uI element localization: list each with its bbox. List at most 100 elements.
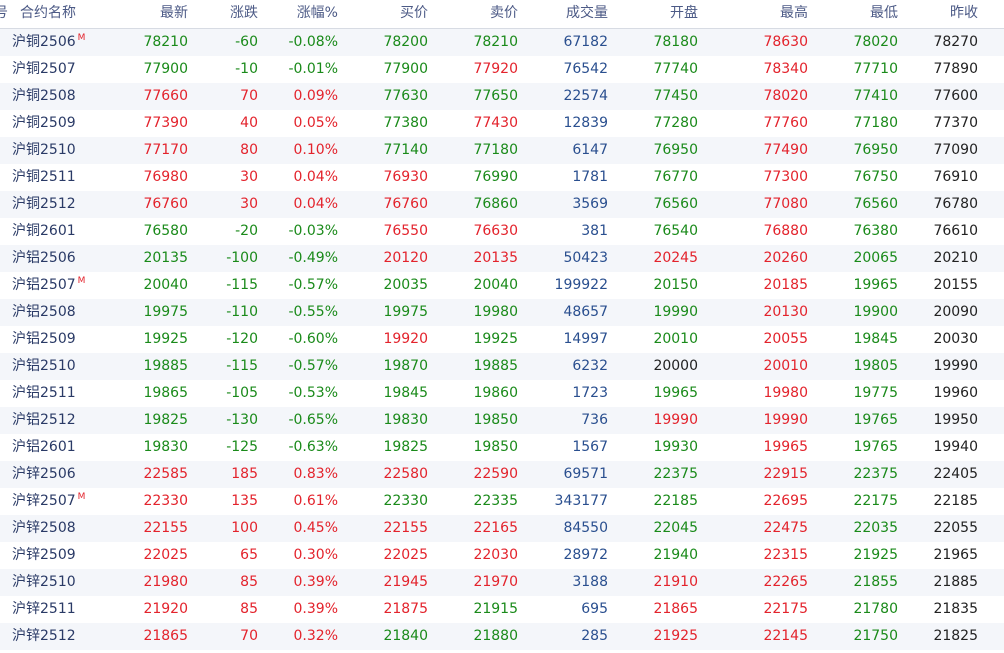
contract-name-cell: 沪铜2601 xyxy=(12,218,108,245)
open-price-cell: 78180 xyxy=(653,34,698,50)
main-contract-badge: M xyxy=(77,276,86,286)
high-price-cell: 78630 xyxy=(763,34,808,50)
contract-name-cell: 沪铝2509 xyxy=(12,326,108,353)
prev-close-cell: 77890 xyxy=(933,61,978,77)
change-cell: 135 xyxy=(231,493,258,509)
table-row[interactable]: 沪铝2509 19925 -120 -0.60% 19920 19925 14997 2001… xyxy=(0,326,1004,353)
volume-cell: 285 xyxy=(581,628,608,644)
volume-cell: 48657 xyxy=(563,304,608,320)
high-price-cell: 20055 xyxy=(763,331,808,347)
col-header-low[interactable]: 最低 xyxy=(820,0,898,28)
col-header-bid[interactable]: 买价 xyxy=(350,0,428,28)
col-header-index[interactable]: 号 xyxy=(0,0,8,28)
table-row[interactable]: 沪锌2507 M 22330 135 0.61% 22330 22335 343177 2218… xyxy=(0,488,1004,515)
table-row[interactable]: 沪锌2510 21980 85 0.39% 21945 21970 3188 21910 222… xyxy=(0,569,1004,596)
prev-close-cell: 77090 xyxy=(933,142,978,158)
volume-cell: 6147 xyxy=(572,142,608,158)
table-row[interactable]: 沪锌2506 22585 185 0.83% 22580 22590 69571 22375 2… xyxy=(0,461,1004,488)
bid-price-cell: 21945 xyxy=(383,574,428,590)
table-row[interactable]: 沪铝2506 20135 -100 -0.49% 20120 20135 50423 2024… xyxy=(0,245,1004,272)
col-header-change[interactable]: 涨跌 xyxy=(190,0,258,28)
contract-name-cell: 沪锌2511 xyxy=(12,596,108,623)
ask-price-cell: 19885 xyxy=(473,358,518,374)
contract-name: 沪铜2509 xyxy=(12,115,76,131)
contract-name-cell: 沪锌2507 M xyxy=(12,488,108,515)
ask-price-cell: 21880 xyxy=(473,628,518,644)
prev-close-cell: 20210 xyxy=(933,250,978,266)
table-row[interactable]: 沪锌2508 22155 100 0.45% 22155 22165 84550 22045 2… xyxy=(0,515,1004,542)
ask-price-cell: 77430 xyxy=(473,115,518,131)
volume-cell: 199922 xyxy=(554,277,608,293)
low-price-cell: 20065 xyxy=(853,250,898,266)
col-header-ask[interactable]: 卖价 xyxy=(440,0,518,28)
col-header-high[interactable]: 最高 xyxy=(730,0,808,28)
volume-cell: 1723 xyxy=(572,385,608,401)
table-row[interactable]: 沪铜2509 77390 40 0.05% 77380 77430 12839 77280 77… xyxy=(0,110,1004,137)
open-price-cell: 76770 xyxy=(653,169,698,185)
last-price-cell: 21865 xyxy=(143,628,188,644)
col-header-percent[interactable]: 涨幅% xyxy=(260,0,338,28)
change-cell: -115 xyxy=(226,277,258,293)
ask-price-cell: 20040 xyxy=(473,277,518,293)
col-header-last[interactable]: 最新 xyxy=(110,0,188,28)
contract-name: 沪铝2510 xyxy=(12,358,76,374)
table-row[interactable]: 沪铝2601 19830 -125 -0.63% 19825 19850 1567 19930… xyxy=(0,434,1004,461)
contract-name: 沪锌2511 xyxy=(12,601,76,617)
table-row[interactable]: 沪锌2512 21865 70 0.32% 21840 21880 285 21925 2214… xyxy=(0,623,1004,650)
table-row[interactable]: 沪铜2510 77170 80 0.10% 77140 77180 6147 76950 774… xyxy=(0,137,1004,164)
table-row[interactable]: 沪铜2511 76980 30 0.04% 76930 76990 1781 76770 773… xyxy=(0,164,1004,191)
table-row[interactable]: 沪锌2511 21920 85 0.39% 21875 21915 695 21865 2217… xyxy=(0,596,1004,623)
open-price-cell: 77740 xyxy=(653,61,698,77)
contract-name-cell: 沪铝2601 xyxy=(12,434,108,461)
change-percent-cell: -0.53% xyxy=(288,385,338,401)
low-price-cell: 19765 xyxy=(853,439,898,455)
change-cell: 80 xyxy=(240,142,258,158)
col-header-open[interactable]: 开盘 xyxy=(620,0,698,28)
table-row[interactable]: 沪铜2506 M 78210 -60 -0.08% 78200 78210 67182 7818… xyxy=(0,29,1004,56)
col-header-prev-close[interactable]: 昨收 xyxy=(900,0,978,28)
table-row[interactable]: 沪铝2508 19975 -110 -0.55% 19975 19980 48657 1999… xyxy=(0,299,1004,326)
table-header: 号 合约名称 最新 涨跌 涨幅% 买价 卖价 成交量 开盘 最高 最低 昨收 xyxy=(0,0,1004,29)
table-row[interactable]: 沪铜2507 77900 -10 -0.01% 77900 77920 76542 77740… xyxy=(0,56,1004,83)
change-percent-cell: 0.32% xyxy=(293,628,338,644)
col-header-name[interactable]: 合约名称 xyxy=(20,0,100,28)
prev-close-cell: 19960 xyxy=(933,385,978,401)
change-cell: 70 xyxy=(240,628,258,644)
ask-price-cell: 76990 xyxy=(473,169,518,185)
table-row[interactable]: 沪铜2601 76580 -20 -0.03% 76550 76630 381 76540 76… xyxy=(0,218,1004,245)
contract-name: 沪铜2507 xyxy=(12,61,76,77)
contract-name: 沪铜2601 xyxy=(12,223,76,239)
open-price-cell: 76950 xyxy=(653,142,698,158)
change-percent-cell: 0.39% xyxy=(293,601,338,617)
table-row[interactable]: 沪铜2512 76760 30 0.04% 76760 76860 3569 76560 770… xyxy=(0,191,1004,218)
ask-price-cell: 77650 xyxy=(473,88,518,104)
low-price-cell: 77710 xyxy=(853,61,898,77)
change-cell: -105 xyxy=(226,385,258,401)
high-price-cell: 20185 xyxy=(763,277,808,293)
high-price-cell: 77490 xyxy=(763,142,808,158)
volume-cell: 14997 xyxy=(563,331,608,347)
low-price-cell: 21925 xyxy=(853,547,898,563)
table-row[interactable]: 沪铝2510 19885 -115 -0.57% 19870 19885 6232 20000… xyxy=(0,353,1004,380)
low-price-cell: 76750 xyxy=(853,169,898,185)
table-row[interactable]: 沪铝2512 19825 -130 -0.65% 19830 19850 736 19990 1… xyxy=(0,407,1004,434)
bid-price-cell: 22155 xyxy=(383,520,428,536)
table-row[interactable]: 沪铝2507 M 20040 -115 -0.57% 20035 20040 199922 20… xyxy=(0,272,1004,299)
table-row[interactable]: 沪铝2511 19865 -105 -0.53% 19845 19860 1723 19965… xyxy=(0,380,1004,407)
high-price-cell: 19980 xyxy=(763,385,808,401)
contract-name: 沪铜2510 xyxy=(12,142,76,158)
table-row[interactable]: 沪铜2508 77660 70 0.09% 77630 77650 22574 77450 78… xyxy=(0,83,1004,110)
high-price-cell: 19990 xyxy=(763,412,808,428)
table-row[interactable]: 沪锌2509 22025 65 0.30% 22025 22030 28972 21940 22… xyxy=(0,542,1004,569)
open-price-cell: 21910 xyxy=(653,574,698,590)
open-price-cell: 22375 xyxy=(653,466,698,482)
volume-cell: 695 xyxy=(581,601,608,617)
bid-price-cell: 22330 xyxy=(383,493,428,509)
contract-name: 沪铜2506 xyxy=(12,34,76,50)
col-header-volume[interactable]: 成交量 xyxy=(520,0,608,28)
change-percent-cell: -0.08% xyxy=(288,34,338,50)
low-price-cell: 76380 xyxy=(853,223,898,239)
contract-name-cell: 沪铜2511 xyxy=(12,164,108,191)
high-price-cell: 20130 xyxy=(763,304,808,320)
prev-close-cell: 21885 xyxy=(933,574,978,590)
